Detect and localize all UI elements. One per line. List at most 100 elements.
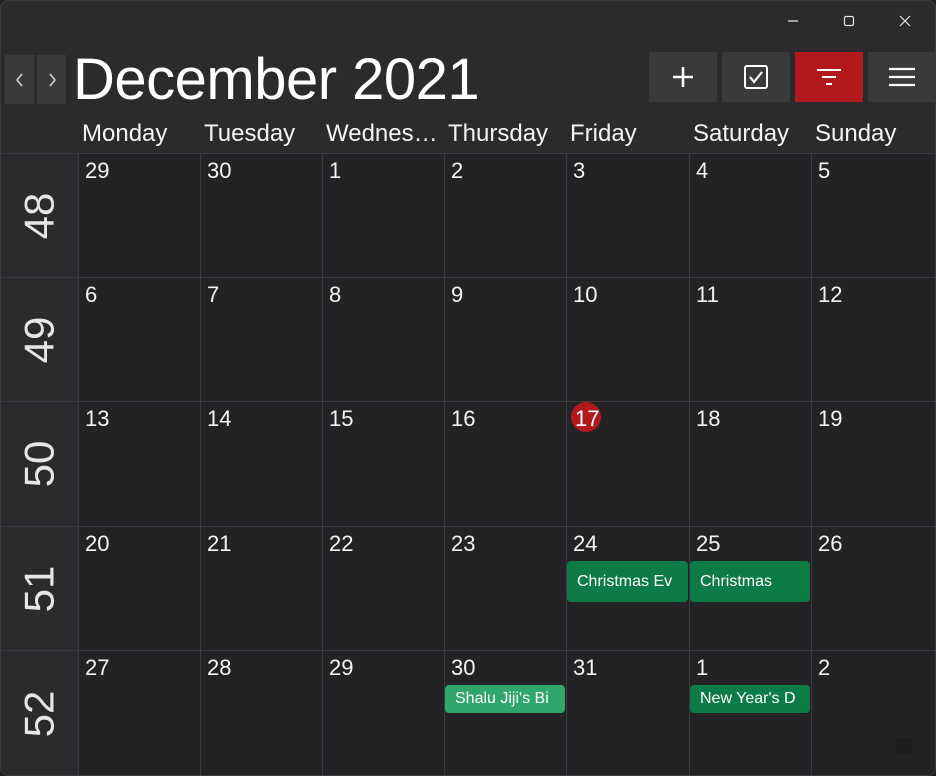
day-cell[interactable]: 17 xyxy=(566,401,689,526)
date-number: 11 xyxy=(696,282,719,307)
date-number: 1 xyxy=(329,158,342,183)
date-number: 28 xyxy=(207,655,232,680)
add-event-button[interactable] xyxy=(649,52,717,102)
date-number: 8 xyxy=(329,282,342,307)
week-number-label: 50 xyxy=(15,440,63,488)
day-cell[interactable]: 30 xyxy=(200,153,322,277)
date-number: 6 xyxy=(85,282,98,307)
date-number: 29 xyxy=(85,158,110,183)
day-header-2: Wednes… xyxy=(326,120,438,147)
day-cell[interactable]: 2 xyxy=(811,650,935,775)
day-header-3: Thursday xyxy=(448,120,549,147)
day-cell[interactable]: 1 xyxy=(322,153,444,277)
day-cell[interactable]: 7 xyxy=(200,277,322,401)
date-number: 20 xyxy=(85,531,110,556)
date-number: 2 xyxy=(818,655,831,680)
previous-month-button[interactable] xyxy=(5,55,34,104)
day-cell[interactable]: 21 xyxy=(200,526,322,650)
title-bar xyxy=(1,1,935,41)
day-cell[interactable]: 23 xyxy=(444,526,566,650)
day-cell[interactable]: 11 xyxy=(689,277,811,401)
day-cell[interactable]: 29 xyxy=(322,650,444,775)
filter-icon xyxy=(817,69,841,85)
day-cell[interactable]: 13 xyxy=(78,401,200,526)
date-number: 27 xyxy=(85,655,110,680)
date-number: 15 xyxy=(329,406,354,431)
date-number: 30 xyxy=(451,655,476,680)
month-title: December 2021 xyxy=(73,47,480,112)
date-number: 16 xyxy=(451,406,476,431)
day-cell[interactable]: 10 xyxy=(566,277,689,401)
day-header-1: Tuesday xyxy=(204,120,296,147)
day-cell[interactable]: 29 xyxy=(78,153,200,277)
day-cell[interactable]: 1 xyxy=(689,650,811,775)
day-cell[interactable]: 9 xyxy=(444,277,566,401)
calendar-event[interactable]: Shalu Jiji's Bi xyxy=(445,685,565,713)
day-cell[interactable]: 30 xyxy=(444,650,566,775)
day-header-0: Monday xyxy=(82,120,168,147)
week-number-label: 49 xyxy=(15,316,63,363)
next-month-button[interactable] xyxy=(37,55,66,104)
minimize-icon xyxy=(788,20,798,22)
date-number: 2 xyxy=(451,158,464,183)
day-cell[interactable]: 26 xyxy=(811,526,935,650)
calendar-window: December 2021 Monday Tuesday Wednes… Thursd… xyxy=(0,0,936,776)
calendar-event[interactable]: Christmas Ev xyxy=(567,561,688,602)
date-number: 18 xyxy=(696,406,721,431)
tasks-button[interactable] xyxy=(722,52,790,102)
day-cell[interactable]: 20 xyxy=(78,526,200,650)
date-number: 14 xyxy=(207,406,232,431)
date-number: 4 xyxy=(696,158,709,183)
calendar-event[interactable]: Christmas xyxy=(690,561,810,602)
week-number-label: 48 xyxy=(15,192,63,239)
day-cell[interactable]: 18 xyxy=(689,401,811,526)
day-cell[interactable]: 19 xyxy=(811,401,935,526)
hamburger-menu-icon xyxy=(889,67,915,87)
date-number: 10 xyxy=(573,282,598,307)
date-number: 3 xyxy=(573,158,586,183)
day-cell[interactable]: 27 xyxy=(78,650,200,775)
day-cell[interactable]: 14 xyxy=(200,401,322,526)
resize-grip[interactable] xyxy=(896,738,912,754)
day-cell[interactable]: 5 xyxy=(811,153,935,277)
date-number: 19 xyxy=(818,406,843,431)
date-number: 12 xyxy=(818,282,843,307)
day-cell[interactable]: 15 xyxy=(322,401,444,526)
plus-icon xyxy=(673,67,693,87)
day-header-4: Friday xyxy=(570,120,637,147)
date-number: 26 xyxy=(818,531,843,556)
close-button[interactable] xyxy=(877,5,933,37)
chevron-left-icon xyxy=(15,73,23,86)
date-number: 7 xyxy=(207,282,220,307)
date-number: 1 xyxy=(696,655,709,680)
date-number: 29 xyxy=(329,655,354,680)
day-cell[interactable]: 12 xyxy=(811,277,935,401)
date-number: 24 xyxy=(573,531,598,556)
date-number: 30 xyxy=(207,158,232,183)
day-cell[interactable]: 6 xyxy=(78,277,200,401)
day-cell[interactable]: 28 xyxy=(200,650,322,775)
calendar-event[interactable]: New Year's D xyxy=(690,685,810,713)
week-number: 50 xyxy=(1,401,78,526)
day-cell[interactable]: 2 xyxy=(444,153,566,277)
date-number: 13 xyxy=(85,406,110,431)
day-cell[interactable]: 22 xyxy=(322,526,444,650)
date-number: 5 xyxy=(818,158,831,183)
today-date-number: 17 xyxy=(575,406,600,431)
day-cell[interactable]: 16 xyxy=(444,401,566,526)
maximize-button[interactable] xyxy=(821,5,877,37)
menu-button[interactable] xyxy=(868,52,935,102)
date-number: 9 xyxy=(451,282,464,307)
day-cell[interactable]: 31 xyxy=(566,650,689,775)
date-number: 21 xyxy=(207,531,232,556)
week-number-label: 52 xyxy=(15,690,63,738)
filter-button[interactable] xyxy=(795,52,863,102)
date-number: 23 xyxy=(451,531,476,556)
day-cell[interactable]: 3 xyxy=(566,153,689,277)
day-cell[interactable]: 4 xyxy=(689,153,811,277)
week-number: 48 xyxy=(1,153,78,277)
close-icon xyxy=(899,15,911,27)
minimize-button[interactable] xyxy=(765,5,821,37)
day-cell[interactable]: 8 xyxy=(322,277,444,401)
day-header-5: Saturday xyxy=(693,120,790,147)
